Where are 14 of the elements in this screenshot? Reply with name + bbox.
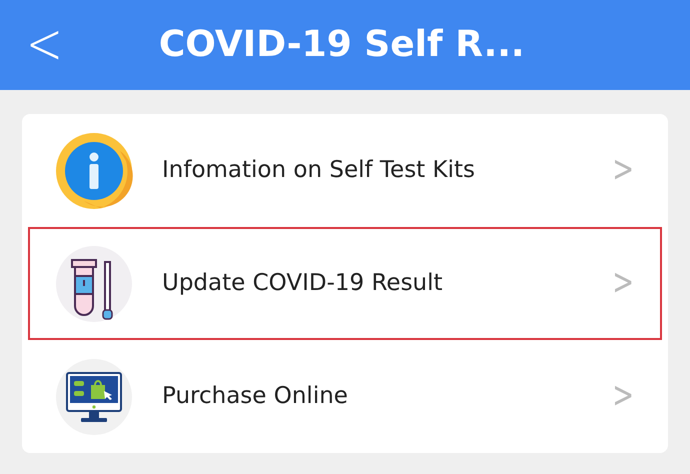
item-label: Infomation on Self Test Kits xyxy=(162,156,475,186)
test-tube-icon xyxy=(54,244,134,324)
chevron-icon: > xyxy=(612,143,634,198)
back-button[interactable]: < xyxy=(20,16,69,74)
chevron-icon: > xyxy=(612,369,634,424)
item-label: Purchase Online xyxy=(162,382,348,412)
chevron-icon: > xyxy=(612,256,634,311)
page-title: COVID-19 Self R... xyxy=(158,23,525,67)
computer-shopping-icon xyxy=(54,356,134,436)
info-icon xyxy=(54,130,134,210)
menu-item[interactable]: Update COVID-19 Result > xyxy=(28,227,662,340)
item-label: Update COVID-19 Result xyxy=(162,269,443,298)
menu-item[interactable]: Infomation on Self Test Kits > xyxy=(28,114,662,227)
menu-item[interactable]: Purchase Online > xyxy=(28,340,662,453)
